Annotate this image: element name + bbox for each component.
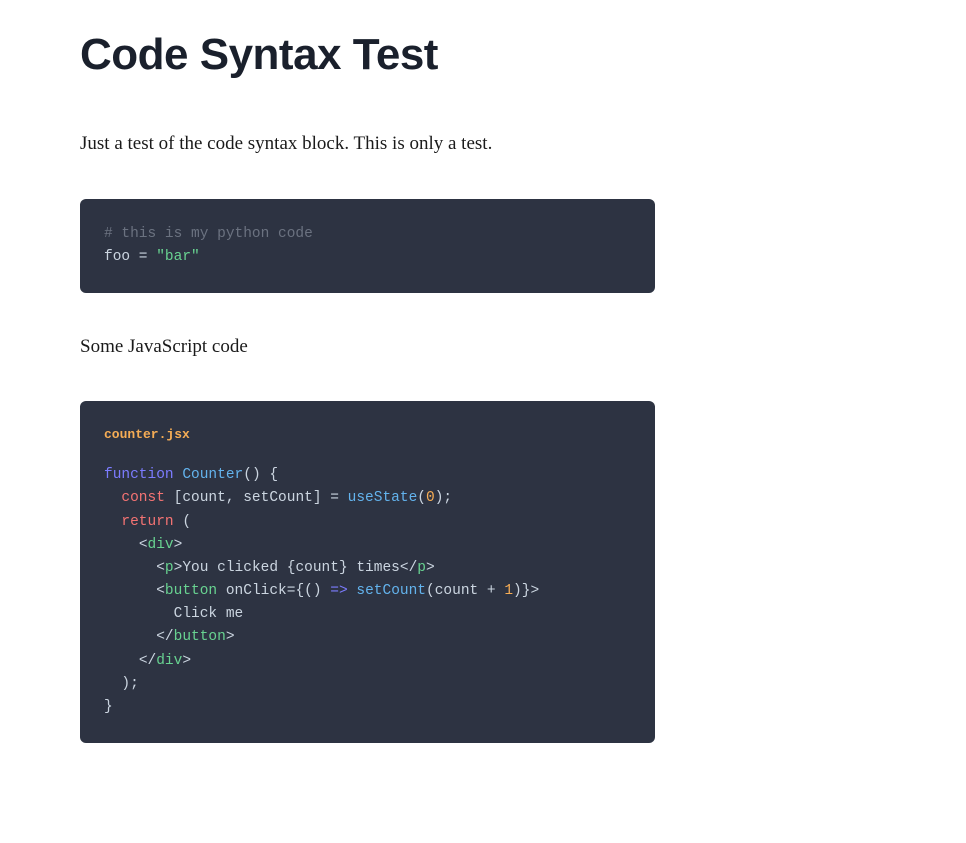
code-keyword: const xyxy=(121,490,165,506)
code-op: = xyxy=(130,249,156,265)
code-line: ); xyxy=(104,673,631,696)
code-tag: p xyxy=(417,560,426,576)
code-line: </div> xyxy=(104,650,631,673)
code-tag: button xyxy=(174,629,226,645)
intro-text: Just a test of the code syntax block. Th… xyxy=(80,130,886,159)
code-keyword: return xyxy=(121,514,173,530)
code-tag: div xyxy=(148,537,174,553)
code-line: } xyxy=(104,696,631,719)
code-block-python: # this is my python code foo = "bar" xyxy=(80,199,655,293)
page-title: Code Syntax Test xyxy=(80,30,886,80)
code-line: <div> xyxy=(104,534,631,557)
code-line: Click me xyxy=(104,603,631,626)
code-line: <button onClick={() => setCount(count + … xyxy=(104,580,631,603)
code-tag: div xyxy=(156,653,182,669)
code-line: foo = "bar" xyxy=(104,246,631,269)
code-line: </button> xyxy=(104,626,631,649)
code-filename: counter.jsx xyxy=(104,425,631,446)
code-line: const [count, setCount] = useState(0); xyxy=(104,487,631,510)
code-num: 1 xyxy=(504,583,513,599)
code-num: 0 xyxy=(426,490,435,506)
code-string: "bar" xyxy=(156,249,200,265)
code-line: function Counter() { xyxy=(104,464,631,487)
code-class: Counter xyxy=(182,467,243,483)
code-keyword: => xyxy=(330,583,347,599)
code-fn: setCount xyxy=(356,583,426,599)
code-comment: # this is my python code xyxy=(104,226,313,242)
code-tag: p xyxy=(165,560,174,576)
code-line: <p>You clicked {count} times</p> xyxy=(104,557,631,580)
code-tag: button xyxy=(165,583,217,599)
code-attr: onClick xyxy=(226,583,287,599)
code-line: return ( xyxy=(104,511,631,534)
code-var: foo xyxy=(104,249,130,265)
code-keyword: function xyxy=(104,467,174,483)
js-label: Some JavaScript code xyxy=(80,333,886,362)
code-block-jsx: counter.jsx function Counter() { const [… xyxy=(80,401,655,743)
code-fn: useState xyxy=(348,490,418,506)
code-line: # this is my python code xyxy=(104,223,631,246)
